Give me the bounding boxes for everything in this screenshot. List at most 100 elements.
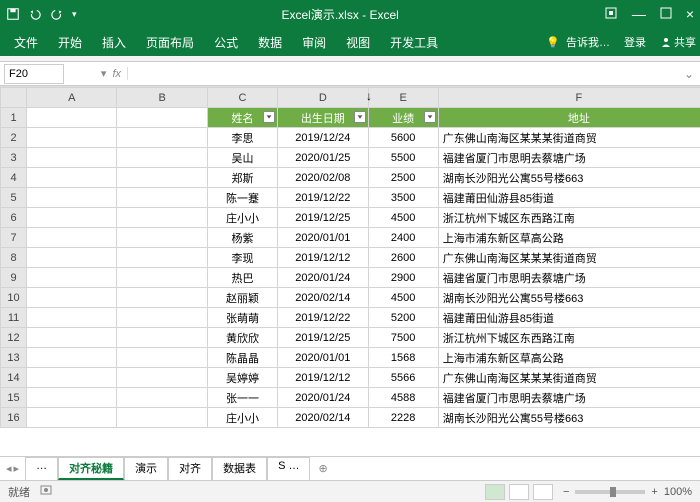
cell[interactable]: 庄小小 [207, 408, 277, 428]
tell-me[interactable]: 告诉我… [566, 34, 610, 50]
cell[interactable]: 2228 [368, 408, 438, 428]
table-row[interactable]: 1姓名出生日期业绩地址 [1, 108, 700, 128]
filter-icon[interactable] [354, 111, 366, 123]
cell[interactable] [27, 188, 117, 208]
cell[interactable]: 吴山 [207, 148, 277, 168]
cell[interactable]: 李现 [207, 248, 277, 268]
table-row[interactable]: 13陈晶晶2020/01/011568上海市浦东新区草高公路 [1, 348, 700, 368]
row-header[interactable]: 14 [1, 368, 27, 388]
cell[interactable]: 5500 [368, 148, 438, 168]
tab-home[interactable]: 开始 [48, 28, 92, 56]
row-header[interactable]: 1 [1, 108, 27, 128]
table-row[interactable]: 14吴婷婷2019/12/125566广东佛山南海区某某某街道商贸 [1, 368, 700, 388]
row-header[interactable]: 12 [1, 328, 27, 348]
cell[interactable]: 浙江杭州下城区东西路江南 [438, 328, 700, 348]
cell[interactable] [27, 208, 117, 228]
cell[interactable]: 5566 [368, 368, 438, 388]
cell[interactable]: 2020/02/14 [278, 288, 368, 308]
sheet-next-icon[interactable]: ▸ [14, 462, 20, 475]
cell[interactable]: 5600 [368, 128, 438, 148]
cell[interactable]: 湖南长沙阳光公寓55号楼663 [438, 288, 700, 308]
cell[interactable] [117, 308, 207, 328]
zoom-level[interactable]: 100% [664, 486, 692, 498]
cell[interactable]: 李思 [207, 128, 277, 148]
cell[interactable]: 2019/12/22 [278, 308, 368, 328]
cell[interactable]: 庄小小 [207, 208, 277, 228]
cell[interactable]: 2600 [368, 248, 438, 268]
tab-developer[interactable]: 开发工具 [380, 28, 448, 56]
cell[interactable]: 2020/01/01 [278, 348, 368, 368]
row-header[interactable]: 8 [1, 248, 27, 268]
cell[interactable]: 福建省厦门市思明去蔡塘广场 [438, 388, 700, 408]
th-addr[interactable]: 地址 [438, 108, 700, 128]
cell[interactable] [27, 228, 117, 248]
cell[interactable]: 2019/12/25 [278, 328, 368, 348]
cell[interactable] [117, 348, 207, 368]
cell[interactable] [117, 208, 207, 228]
cell[interactable]: 黄欣欣 [207, 328, 277, 348]
cell[interactable]: 杨紫 [207, 228, 277, 248]
zoom-in-button[interactable]: + [651, 486, 657, 498]
cell[interactable] [27, 348, 117, 368]
cell[interactable]: 广东佛山南海区某某某街道商贸 [438, 128, 700, 148]
cell[interactable]: 2019/12/24 [278, 128, 368, 148]
view-pagebreak-icon[interactable] [533, 484, 553, 500]
zoom-out-button[interactable]: − [563, 486, 569, 498]
cell[interactable]: 2019/12/25 [278, 208, 368, 228]
close-icon[interactable]: × [686, 6, 694, 22]
view-pagelayout-icon[interactable] [509, 484, 529, 500]
row-header[interactable]: 2 [1, 128, 27, 148]
tab-view[interactable]: 视图 [336, 28, 380, 56]
cell[interactable] [27, 368, 117, 388]
cell[interactable] [117, 248, 207, 268]
cell[interactable]: 2500 [368, 168, 438, 188]
row-header[interactable]: 3 [1, 148, 27, 168]
cell[interactable] [27, 168, 117, 188]
sheet-tab[interactable]: 对齐秘籍 [58, 457, 124, 480]
cell[interactable]: 湖南长沙阳光公寓55号楼663 [438, 168, 700, 188]
table-row[interactable]: 3吴山2020/01/255500福建省厦门市思明去蔡塘广场 [1, 148, 700, 168]
cell[interactable] [27, 128, 117, 148]
cell[interactable]: 热巴 [207, 268, 277, 288]
cell[interactable]: 张一一 [207, 388, 277, 408]
table-row[interactable]: 4郑斯2020/02/082500湖南长沙阳光公寓55号楼663 [1, 168, 700, 188]
cell[interactable]: 陈晶晶 [207, 348, 277, 368]
cell[interactable]: 4500 [368, 208, 438, 228]
cell[interactable]: 2020/02/08 [278, 168, 368, 188]
cell[interactable]: 2019/12/22 [278, 188, 368, 208]
signin-button[interactable]: 登录 [624, 34, 646, 50]
col-header-f[interactable]: F [438, 88, 700, 108]
cell[interactable] [117, 288, 207, 308]
redo-icon[interactable] [50, 7, 64, 21]
sheet-tab[interactable]: 数据表 [212, 457, 267, 480]
th-date[interactable]: 出生日期 [278, 108, 368, 128]
cell[interactable]: 7500 [368, 328, 438, 348]
cell[interactable]: 2020/01/24 [278, 388, 368, 408]
zoom-slider[interactable] [575, 490, 645, 494]
formula-expand-icon[interactable]: ⌄ [678, 67, 700, 81]
row-header[interactable]: 15 [1, 388, 27, 408]
cell[interactable]: 广东佛山南海区某某某街道商贸 [438, 368, 700, 388]
filter-icon[interactable] [424, 111, 436, 123]
table-row[interactable]: 5陈一蹇2019/12/223500福建莆田仙游县85街道 [1, 188, 700, 208]
th-name[interactable]: 姓名 [207, 108, 277, 128]
cell[interactable] [27, 388, 117, 408]
cell[interactable]: 2019/12/12 [278, 368, 368, 388]
cell[interactable]: 浙江杭州下城区东西路江南 [438, 208, 700, 228]
cell[interactable]: 2020/01/25 [278, 148, 368, 168]
row-header[interactable]: 10 [1, 288, 27, 308]
filter-icon[interactable] [263, 111, 275, 123]
col-header-c[interactable]: C [207, 88, 277, 108]
tab-file[interactable]: 文件 [4, 28, 48, 56]
col-header-d[interactable]: D [278, 88, 368, 108]
cell[interactable]: 4500 [368, 288, 438, 308]
worksheet-grid[interactable]: ↓ A B C D E F 1姓名出生日期业绩地址2李思2019/12/2456… [0, 86, 700, 456]
cell[interactable]: 福建省厦门市思明去蔡塘广场 [438, 268, 700, 288]
cell[interactable] [27, 288, 117, 308]
table-row[interactable]: 11张萌萌2019/12/225200福建莆田仙游县85街道 [1, 308, 700, 328]
cell[interactable]: 郑斯 [207, 168, 277, 188]
cell[interactable]: 2900 [368, 268, 438, 288]
tab-review[interactable]: 审阅 [292, 28, 336, 56]
cell[interactable]: 福建莆田仙游县85街道 [438, 308, 700, 328]
add-sheet-button[interactable]: ⊕ [310, 462, 335, 475]
